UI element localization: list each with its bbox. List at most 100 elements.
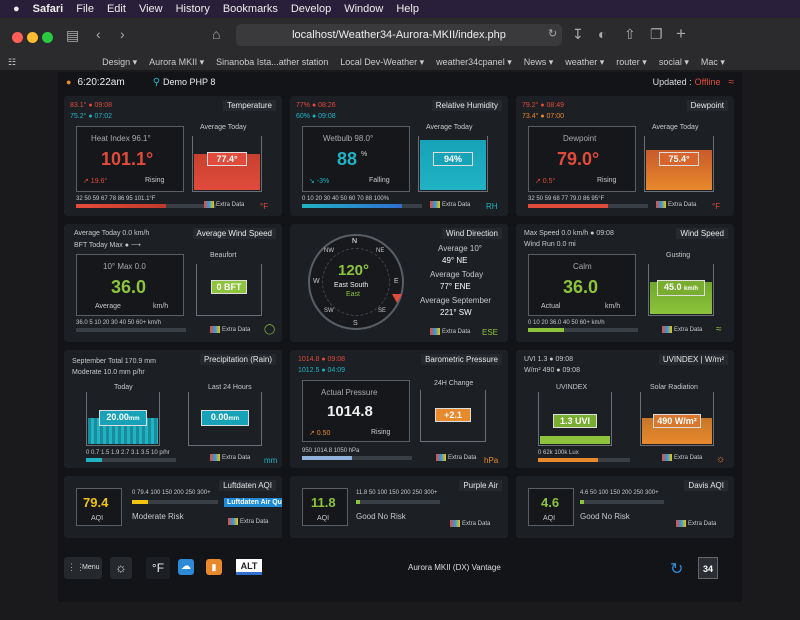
- menu-edit[interactable]: Edit: [107, 3, 126, 15]
- bookmark-item[interactable]: social ▾: [659, 57, 689, 68]
- trend-value: ↘ -3%: [309, 178, 330, 185]
- back-icon[interactable]: ‹: [96, 26, 101, 42]
- rain-24h-unit: mm: [228, 416, 240, 422]
- menu-window[interactable]: Window: [344, 3, 383, 15]
- minimize-window-button[interactable]: [27, 32, 38, 43]
- extra-data-link[interactable]: Extra Data: [676, 520, 716, 527]
- extra-data-label: Extra Data: [216, 202, 245, 209]
- charts-icon[interactable]: ▮: [206, 559, 222, 575]
- extra-data-link[interactable]: Extra Data: [430, 328, 470, 335]
- bookmark-item[interactable]: weather ▾: [565, 57, 604, 68]
- extra-data-label: Extra Data: [222, 455, 251, 462]
- trend-state: Rising: [371, 429, 391, 436]
- panel-title: Precipitation (Rain): [199, 354, 276, 365]
- compass-dial: N NE E SE S SW W NW 120° East South East: [308, 234, 404, 330]
- kmh-unit: km/h: [605, 303, 621, 310]
- rain-today-chip: 20.00mm: [99, 410, 147, 426]
- davis-aqi-panel: Davis AQI 4.6 AQI 4.6 50 100 150 200 250…: [516, 476, 734, 538]
- reload-icon[interactable]: ↻: [548, 27, 557, 40]
- menu-button[interactable]: ⋮⋮ Menu: [64, 557, 102, 579]
- unit-label[interactable]: °F: [260, 202, 268, 211]
- extra-data-label: Extra Data: [222, 327, 251, 334]
- luftdaten-badge[interactable]: Luftdaten Air Quality: [224, 498, 282, 507]
- solar-chip: 490 W/m²: [653, 414, 701, 428]
- bookmarks-grid-icon[interactable]: ☷: [8, 57, 16, 68]
- extra-data-link[interactable]: Extra Data: [450, 520, 490, 527]
- pressure-panel: Barometric Pressure 1014.8 ● 09:08 1012.…: [290, 350, 508, 468]
- shield-icon[interactable]: ◐: [598, 26, 606, 42]
- sidebar-icon[interactable]: ▤: [66, 27, 79, 44]
- compass-ne: NE: [376, 248, 385, 254]
- menu-file[interactable]: File: [76, 3, 94, 15]
- humidity-scale: 0 10 20 30 40 50 60 70 88 100%: [302, 196, 390, 202]
- direction-unit: ESE: [482, 328, 499, 337]
- wind-speed-bar: [528, 328, 564, 332]
- max-label: 10° Max 0.0: [103, 262, 146, 271]
- bookmark-item[interactable]: Local Dev-Weather ▾: [340, 57, 424, 68]
- bookmark-item[interactable]: router ▾: [616, 57, 647, 68]
- extra-data-link[interactable]: Extra Data: [210, 454, 250, 461]
- bookmark-item[interactable]: weather34cpanel ▾: [436, 57, 512, 68]
- change-chip: +2.1: [435, 408, 471, 422]
- menu-app[interactable]: Safari: [33, 3, 64, 15]
- home-icon[interactable]: ⌂: [212, 26, 220, 42]
- menu-help[interactable]: Help: [396, 3, 419, 15]
- humidity-value: 88: [337, 149, 358, 169]
- theme-toggle-icon[interactable]: ☼: [110, 557, 132, 579]
- menu-history[interactable]: History: [176, 3, 210, 15]
- tabs-icon[interactable]: ❐: [650, 26, 663, 43]
- solar-label: Solar Radiation: [650, 384, 698, 391]
- panel-title: Luftdaten AQI: [219, 480, 276, 491]
- bookmark-item[interactable]: Aurora MKII ▾: [149, 57, 204, 68]
- extra-data-label: Extra Data: [674, 327, 703, 334]
- units-toggle-button[interactable]: °F: [146, 557, 170, 579]
- weather34-logo[interactable]: 34: [698, 557, 718, 579]
- refresh-icon[interactable]: ↻: [670, 559, 683, 579]
- extra-data-link[interactable]: Extra Data: [430, 201, 470, 208]
- uv-tank: 1.3 UVI: [538, 392, 612, 446]
- weather-cloud-icon[interactable]: ☁: [178, 559, 194, 575]
- zoom-window-button[interactable]: [42, 32, 53, 43]
- extra-data-link[interactable]: Extra Data: [436, 454, 476, 461]
- heat-index-label: Heat Index 96.1°: [91, 134, 151, 143]
- alt-button[interactable]: ALT: [236, 559, 262, 575]
- address-bar[interactable]: localhost/Weather34-Aurora-MKII/index.ph…: [236, 24, 562, 46]
- bookmark-item[interactable]: Design ▾: [102, 57, 137, 68]
- extra-data-link[interactable]: Extra Data: [204, 201, 244, 208]
- share-icon[interactable]: ⇧: [624, 26, 636, 43]
- pressure-reading-box: Actual Pressure 1014.8 ↗ 0.50 Rising: [302, 380, 410, 442]
- bft-max-line: BFT Today Max ● ⟶: [74, 242, 141, 249]
- gust-tank: 45.0 km/h: [648, 264, 714, 316]
- extra-data-link[interactable]: Extra Data: [210, 326, 250, 333]
- download-icon[interactable]: ↧: [572, 26, 584, 43]
- wetbulb-label: Wetbulb 98.0°: [323, 134, 374, 143]
- bookmark-item[interactable]: Mac ▾: [701, 57, 725, 68]
- extra-data-link[interactable]: Extra Data: [662, 454, 702, 461]
- low-reading: 1012.5 ● 04:09: [298, 367, 346, 374]
- humidity-panel: Relative Humidity 77% ● 08:26 60% ● 09:0…: [290, 96, 508, 216]
- wind-speed-scale: 0 10 20 36.0 40 50 60+ km/h: [528, 320, 605, 326]
- rain-today-tank: 20.00mm: [86, 392, 160, 446]
- panel-title: Average Wind Speed: [192, 228, 276, 239]
- extra-data-link[interactable]: Extra Data: [662, 326, 702, 333]
- wind-lines-icon: ≈: [716, 324, 722, 335]
- new-tab-icon[interactable]: +: [676, 24, 686, 44]
- status-header: ● 6:20:22am ⚲ Demo PHP 8 Updated : Offli…: [58, 72, 742, 92]
- gust-unit: km/h: [684, 286, 699, 292]
- compass-sw: SW: [324, 308, 334, 314]
- aqi-risk: Good No Risk: [356, 512, 406, 521]
- forward-icon[interactable]: ›: [120, 26, 125, 42]
- menu-view[interactable]: View: [139, 3, 163, 15]
- bookmark-item[interactable]: Sinanoba Ista...ather station: [216, 57, 328, 67]
- menu-develop[interactable]: Develop: [291, 3, 331, 15]
- close-window-button[interactable]: [12, 32, 23, 43]
- temperature-reading-box: Heat Index 96.1° 101.1° ↗ 19.6° Rising: [76, 126, 184, 192]
- wind-degree: 120°: [338, 262, 370, 279]
- extra-data-link[interactable]: Extra Data: [656, 201, 696, 208]
- unit-label: °F: [712, 202, 721, 211]
- apple-icon[interactable]: ●: [13, 3, 20, 15]
- extra-data-link[interactable]: Extra Data: [228, 518, 268, 525]
- average-label: Average Today: [200, 124, 247, 131]
- bookmark-item[interactable]: News ▾: [524, 57, 554, 68]
- menu-bookmarks[interactable]: Bookmarks: [223, 3, 278, 15]
